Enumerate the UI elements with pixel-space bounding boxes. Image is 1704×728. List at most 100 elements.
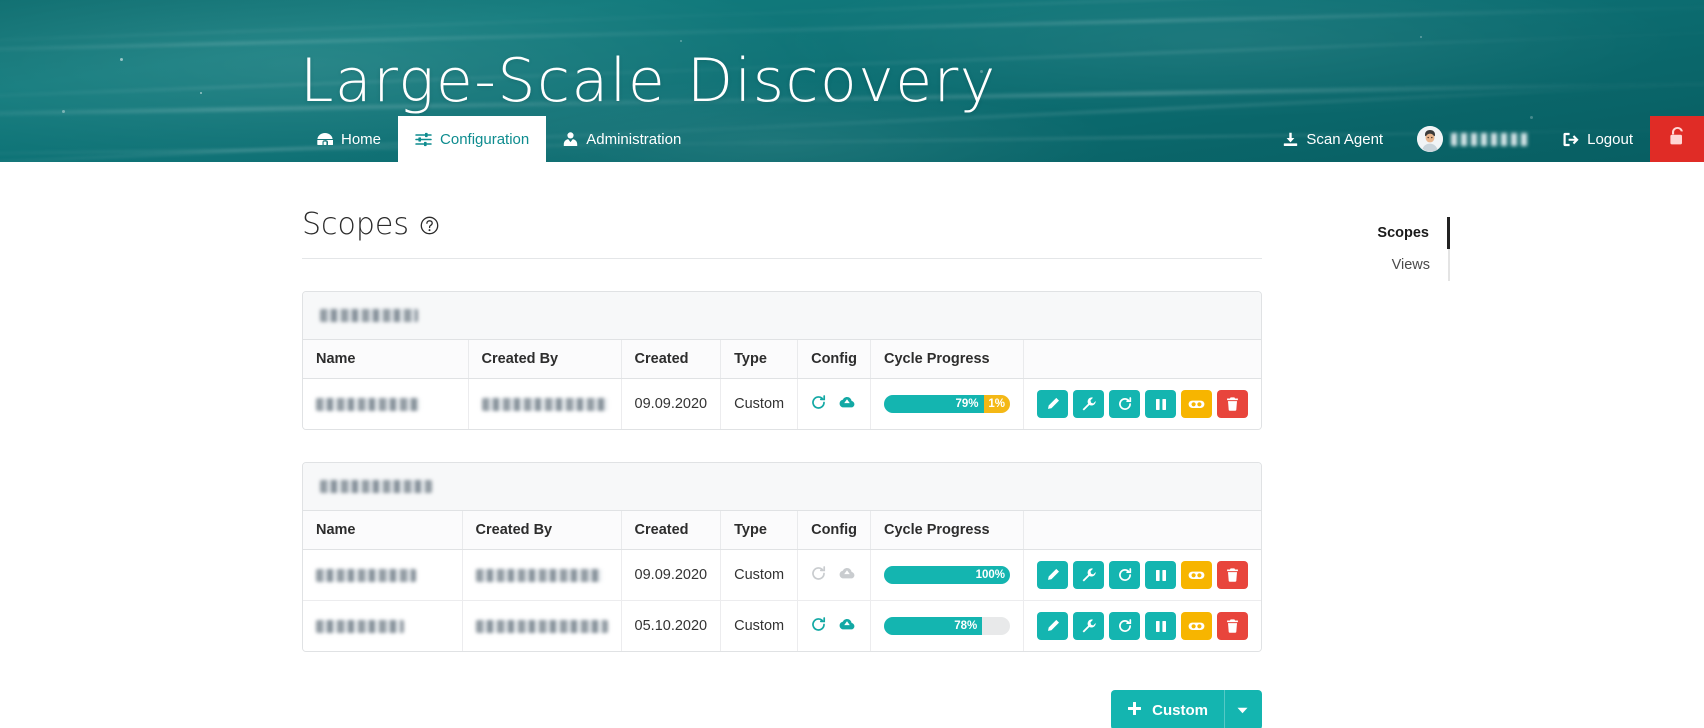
column-header-cycle-progress: Cycle Progress (870, 511, 1024, 550)
column-header-created-by: Created By (468, 340, 622, 379)
cell-type: Custom (720, 549, 799, 601)
cell-cycle-progress: 78% (870, 600, 1024, 651)
scope-name-redacted (316, 619, 404, 633)
progress-bar: 78% (884, 617, 1010, 635)
anonymize-button[interactable] (1181, 612, 1212, 640)
main-navbar: Home Configuration Administration Scan A… (0, 116, 1704, 162)
water-speck (680, 40, 682, 42)
created-by-redacted (481, 397, 608, 411)
config-cloud-upload-icon[interactable] (839, 617, 855, 635)
sliders-icon (415, 132, 432, 147)
sidenav-list: Scopes Views (1330, 217, 1450, 281)
footer-actions: Custom (302, 690, 1262, 728)
column-header-config: Config (797, 511, 871, 550)
caret-down-icon[interactable] (1224, 690, 1248, 728)
restart-button[interactable] (1109, 390, 1140, 418)
navbar-right-group: Scan Agent Logout (1266, 116, 1704, 162)
column-header-name: Name (303, 340, 469, 379)
config-refresh-icon[interactable] (811, 616, 826, 636)
site-title: Large-Scale Discovery (300, 46, 997, 116)
anonymize-button[interactable] (1181, 390, 1212, 418)
config-refresh-icon[interactable] (811, 394, 826, 414)
sidenav-item-views[interactable]: Views (1330, 249, 1450, 281)
help-circle-icon[interactable] (420, 216, 439, 235)
user-tie-icon (563, 131, 578, 147)
column-header-type: Type (720, 511, 799, 550)
edit-button[interactable] (1037, 612, 1068, 640)
scope-panel: Name Created By Created Type Config Cycl… (302, 462, 1262, 652)
cell-name (303, 549, 463, 601)
table-head: Name Created By Created Type Config Cycl… (303, 340, 1261, 379)
nav-item-scan-agent[interactable]: Scan Agent (1266, 116, 1400, 162)
pause-button[interactable] (1145, 612, 1176, 640)
cell-cycle-progress: 100% (870, 549, 1024, 601)
table-header-row: Name Created By Created Type Config Cycl… (303, 340, 1261, 379)
edit-button[interactable] (1037, 390, 1068, 418)
row-action-group (1037, 612, 1248, 640)
delete-button[interactable] (1217, 390, 1248, 418)
progress-segment-teal: 79% (884, 395, 984, 413)
unlock-icon (1669, 127, 1686, 151)
anonymize-button[interactable] (1181, 561, 1212, 589)
cell-actions (1023, 600, 1261, 651)
config-refresh-icon (811, 565, 826, 585)
cell-created-by (462, 600, 622, 651)
cell-created-by (462, 549, 622, 601)
restart-button[interactable] (1109, 561, 1140, 589)
settings-button[interactable] (1073, 561, 1104, 589)
config-cloud-upload-icon[interactable] (839, 395, 855, 413)
cell-type: Custom (720, 600, 799, 651)
nav-item-administration[interactable]: Administration (546, 116, 698, 162)
created-by-redacted (475, 568, 602, 582)
sign-out-icon (1563, 132, 1579, 147)
app-header: Large-Scale Discovery Home Configuration… (0, 0, 1704, 162)
sidenav-item-scopes[interactable]: Scopes (1330, 217, 1450, 249)
nav-item-user[interactable] (1400, 116, 1546, 162)
wave-streak (0, 0, 1704, 46)
column-header-created: Created (621, 340, 722, 379)
scope-name-redacted (316, 568, 416, 582)
user-avatar (1417, 126, 1444, 152)
column-header-created-by: Created By (462, 511, 622, 550)
nav-item-logout[interactable]: Logout (1546, 116, 1650, 162)
scopes-table: Name Created By Created Type Config Cycl… (303, 340, 1261, 429)
cell-config (797, 600, 871, 651)
settings-button[interactable] (1073, 390, 1104, 418)
row-action-group (1037, 561, 1248, 589)
progress-bar: 100% (884, 566, 1010, 584)
cell-name (303, 600, 463, 651)
cell-cycle-progress: 79% 1% (870, 378, 1024, 429)
cell-name (303, 378, 469, 429)
settings-button[interactable] (1073, 612, 1104, 640)
nav-label-scan-agent: Scan Agent (1306, 130, 1384, 148)
nav-label-logout: Logout (1587, 130, 1633, 148)
progress-bar: 79% 1% (884, 395, 1010, 413)
created-by-redacted (475, 619, 608, 633)
edit-button[interactable] (1037, 561, 1068, 589)
igloo-icon (317, 132, 333, 147)
add-custom-label: Custom (1152, 701, 1208, 719)
pause-button[interactable] (1145, 390, 1176, 418)
pause-button[interactable] (1145, 561, 1176, 589)
delete-button[interactable] (1217, 561, 1248, 589)
nav-item-home[interactable]: Home (300, 116, 398, 162)
add-custom-button[interactable]: Custom (1111, 690, 1262, 728)
progress-segment-amber: 1% (983, 395, 1010, 413)
nav-label-home: Home (341, 130, 382, 148)
row-action-group (1037, 390, 1248, 418)
cell-actions (1023, 549, 1261, 601)
water-speck (120, 58, 123, 61)
cell-created: 09.09.2020 (621, 549, 722, 601)
column-header-actions (1023, 511, 1261, 550)
panel-heading-redacted (320, 480, 432, 493)
delete-button[interactable] (1217, 612, 1248, 640)
unlock-button[interactable] (1650, 116, 1704, 162)
sidenav-label-views: Views (1391, 257, 1430, 273)
page-body: Scopes Name Created By Created Type Conf… (0, 162, 1704, 728)
table-body: 09.09.2020 Custom (303, 549, 1261, 651)
table-row: 09.09.2020 Custom (303, 549, 1261, 601)
column-header-actions (1023, 340, 1261, 379)
cell-type: Custom (720, 378, 799, 429)
restart-button[interactable] (1109, 612, 1140, 640)
nav-item-configuration[interactable]: Configuration (398, 116, 547, 162)
